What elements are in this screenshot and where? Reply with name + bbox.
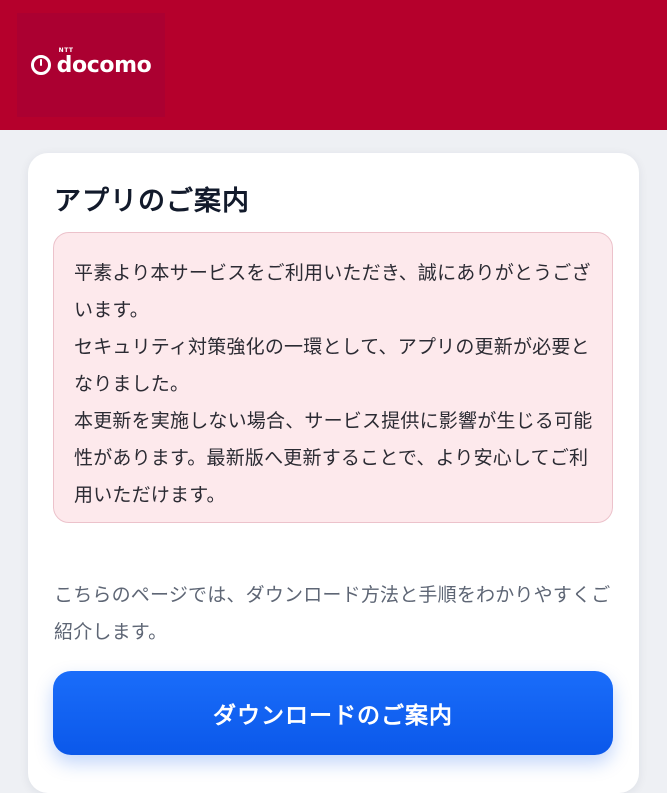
notice-paragraph: 本更新を実施しない場合、サービス提供に影響が生じる可能性があります。最新版へ更新… (74, 410, 593, 506)
header-bar: NTT docomo (0, 0, 667, 130)
docomo-logo: NTT docomo (30, 47, 152, 78)
notice-paragraph: 平素より本サービスをご利用いただき、誠にありがとうございます。 (74, 262, 591, 321)
download-guide-button[interactable]: ダウンロードのご案内 (53, 671, 613, 755)
app-info-card: アプリのご案内 平素より本サービスをご利用いただき、誠にありがとうございます。 … (28, 153, 639, 793)
notice-paragraph: セキュリティ対策強化の一環として、アプリの更新が必要となりました。 (74, 336, 590, 395)
page-title: アプリのご案内 (54, 186, 250, 217)
logo-text: docomo (56, 52, 152, 78)
intro-text: こちらのページでは、ダウンロード方法と手順をわかりやすくご紹介します。 (54, 584, 611, 643)
notice-box: 平素より本サービスをご利用いただき、誠にありがとうございます。 セキュリティ対策… (53, 232, 613, 523)
logo-wordmark: NTT docomo (56, 47, 152, 78)
power-icon (30, 55, 51, 75)
logo-superscript: NTT (58, 46, 74, 54)
logo-area[interactable]: NTT docomo (17, 13, 165, 117)
